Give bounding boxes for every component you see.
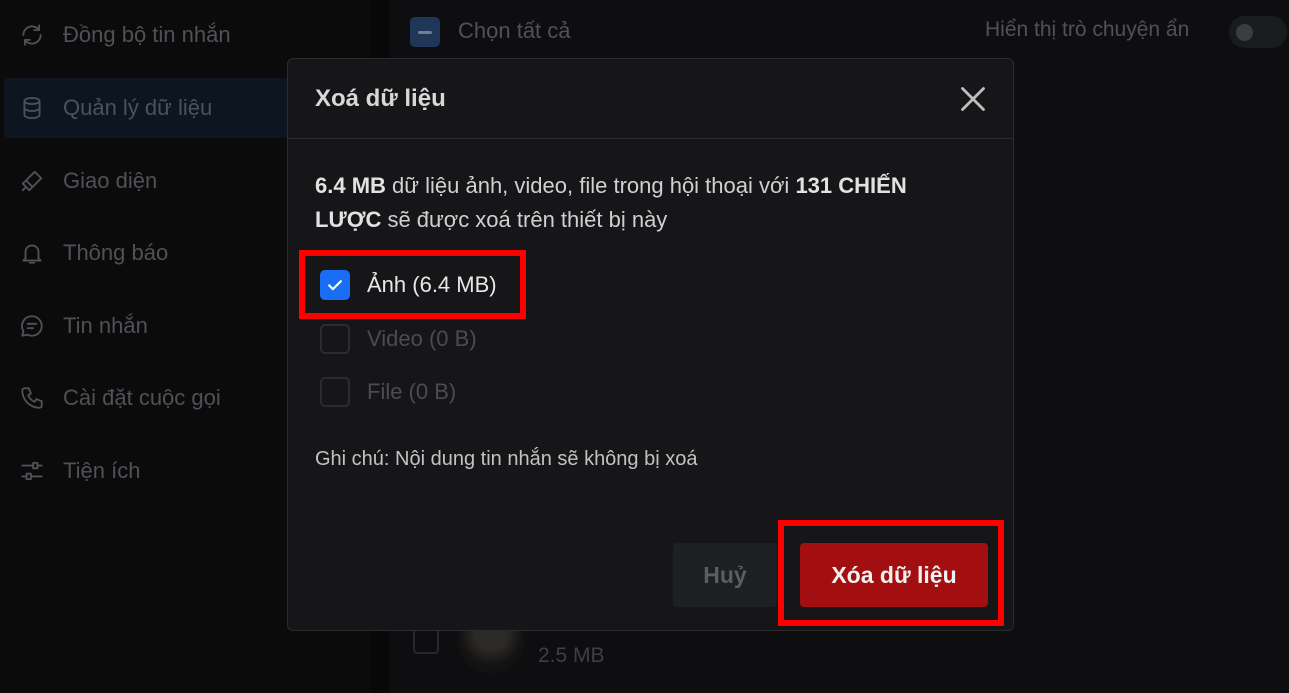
sidebar-item-label: Giao diện <box>63 168 158 193</box>
show-hidden-chats-toggle[interactable] <box>1229 16 1287 48</box>
conversation-row-checkbox[interactable] <box>413 628 439 654</box>
sidebar-item-label: Cài đặt cuộc gọi <box>63 385 221 410</box>
close-button[interactable] <box>957 83 989 115</box>
close-icon <box>961 87 985 111</box>
sidebar-item-label: Đồng bộ tin nhắn <box>63 22 231 47</box>
chat-icon <box>18 312 46 340</box>
dialog-title: Xoá dữ liệu <box>315 85 446 112</box>
option-label: File (0 B) <box>367 379 457 404</box>
cancel-button[interactable]: Huỷ <box>673 543 777 607</box>
description-text-end: sẽ được xoá trên thiết bị này <box>381 207 668 232</box>
sidebar-item-sync[interactable]: Đồng bộ tin nhắn <box>0 5 360 65</box>
option-file[interactable]: File (0 B) <box>320 377 456 407</box>
conversation-size: 2.5 MB <box>538 644 605 667</box>
dialog-header: Xoá dữ liệu <box>288 59 1013 139</box>
option-photos[interactable]: Ảnh (6.4 MB) <box>320 270 497 300</box>
photos-checkbox[interactable] <box>320 270 350 300</box>
dialog-note: Ghi chú: Nội dung tin nhắn sẽ không bị x… <box>315 448 698 470</box>
checkmark-icon <box>328 280 342 291</box>
delete-data-button[interactable]: Xóa dữ liệu <box>800 543 988 607</box>
sidebar-item-label: Tiện ích <box>63 458 141 483</box>
file-checkbox[interactable] <box>320 377 350 407</box>
select-all-checkbox[interactable] <box>410 17 440 47</box>
sidebar-item-label: Thông báo <box>63 240 169 265</box>
sliders-icon <box>18 457 46 485</box>
show-hidden-chats-label: Hiển thị trò chuyện ẩn <box>985 18 1190 41</box>
sync-icon <box>18 21 46 49</box>
description-text: dữ liệu ảnh, video, file trong hội thoại… <box>385 173 796 198</box>
phone-icon <box>18 384 46 412</box>
sidebar-item-label: Quản lý dữ liệu <box>63 95 213 120</box>
data-size: 6.4 MB <box>315 173 386 198</box>
database-icon <box>18 94 46 122</box>
option-label: Ảnh (6.4 MB) <box>367 272 497 297</box>
brush-icon <box>18 167 46 195</box>
video-checkbox[interactable] <box>320 324 350 354</box>
bell-icon <box>18 239 46 267</box>
option-label: Video (0 B) <box>367 326 477 351</box>
select-all-label: Chọn tất cả <box>458 18 571 43</box>
option-video[interactable]: Video (0 B) <box>320 324 477 354</box>
dialog-description: 6.4 MB dữ liệu ảnh, video, file trong hộ… <box>315 169 965 237</box>
delete-data-dialog: Xoá dữ liệu 6.4 MB dữ liệu ảnh, video, f… <box>287 58 1014 631</box>
sidebar-item-label: Tin nhắn <box>63 313 148 338</box>
